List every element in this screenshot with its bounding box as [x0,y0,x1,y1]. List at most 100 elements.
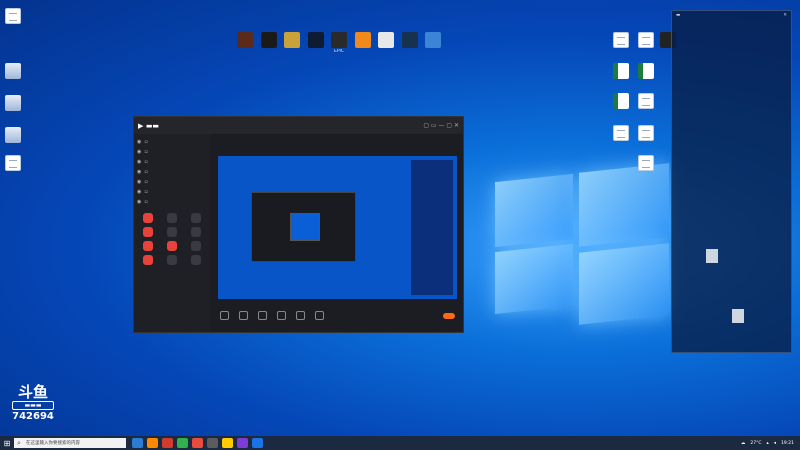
scene-row[interactable]: ◉ ▫ [137,137,207,147]
side-panel-close-icon[interactable]: ✕ [783,13,787,19]
start-live-button[interactable] [443,313,455,319]
file-icon [5,8,21,24]
tool-icon [167,213,177,223]
eye-icon[interactable]: ◉ [137,189,141,195]
eye-icon[interactable]: ◉ [137,199,141,205]
app-logo: ▶ ▬▬ [138,121,160,130]
danmaku-side-panel[interactable]: ▬ ✕ [671,10,792,353]
taskbar-app-icon[interactable] [207,438,218,448]
tool-button[interactable] [161,241,183,252]
taskbar: ⊞ 在这里输入你要搜索的内容 ☁ 27°C ▴ ◂ 19:21 [0,436,800,450]
app-titlebar[interactable]: ▶ ▬▬ ▢ ▭ — ▢ ✕ [134,117,463,134]
scene-row[interactable]: ◉ ▫ [137,187,207,197]
control-button[interactable] [277,311,286,321]
tool-icon [143,213,153,223]
desktop-icon-right[interactable] [608,125,634,142]
tool-button[interactable] [185,213,207,224]
desktop-icon-top[interactable]: EPIC [326,32,352,54]
taskbar-app-icon[interactable] [252,438,263,448]
start-windows-icon[interactable]: ⊞ [0,436,14,450]
desktop-icon-top[interactable] [232,32,258,49]
desktop-icon-right[interactable] [608,32,634,49]
tool-button[interactable] [137,227,159,238]
desktop-icon-left[interactable] [0,127,26,144]
taskbar-app-icon[interactable] [222,438,233,448]
lock-icon[interactable]: ▫ [144,139,147,145]
desktop-icon-right[interactable] [633,93,659,110]
desktop-icon-right[interactable] [608,93,634,110]
nested-window [251,192,356,262]
control-bar [212,300,463,332]
desktop-icon-right[interactable] [633,63,659,80]
desktop-icon-right[interactable] [608,63,634,80]
taskbar-app-icon[interactable] [192,438,203,448]
lock-icon[interactable]: ▫ [144,199,147,205]
tool-button[interactable] [137,255,159,266]
lock-icon[interactable]: ▫ [144,179,147,185]
weather-temp[interactable]: 27°C [750,441,761,446]
live-preview[interactable] [218,156,457,299]
weather-icon[interactable]: ☁ [741,441,746,446]
desktop-icon-left[interactable] [0,95,26,112]
desktop-icon-top[interactable] [303,32,329,49]
desktop-icon-top[interactable] [256,32,282,49]
tool-button[interactable] [161,227,183,238]
eye-icon[interactable]: ◉ [137,179,141,185]
scene-row[interactable]: ◉ ▫ [137,197,207,207]
lock-icon[interactable]: ▫ [144,149,147,155]
scene-row[interactable]: ◉ ▫ [137,147,207,157]
taskbar-app-icon[interactable] [237,438,248,448]
broadcast-app-window[interactable]: ▶ ▬▬ ▢ ▭ — ▢ ✕ ◉ ▫ ◉ ▫ ◉ ▫ ◉ ▫ ◉ ▫ ◉ ▫ ◉ ▫ [133,116,464,333]
clock[interactable]: 19:21 [781,441,794,446]
desktop-icon-top[interactable] [397,32,423,49]
desktop-icon-left[interactable] [0,8,26,25]
tool-button[interactable] [185,255,207,266]
lock-icon[interactable]: ▫ [144,189,147,195]
control-button[interactable] [315,311,324,321]
control-button[interactable] [239,311,248,321]
tool-button[interactable] [161,255,183,266]
desktop-icon-top[interactable] [279,32,305,49]
volume-icon[interactable]: ◂ [774,441,776,446]
tool-button[interactable] [137,241,159,252]
taskbar-app-icon[interactable] [147,438,158,448]
desktop-icon-top[interactable] [373,32,399,49]
desktop-icon-top[interactable] [350,32,376,49]
brand-badge: ▬▬▬ [12,401,54,410]
window-controls[interactable]: ▢ ▭ — ▢ ✕ [423,122,459,129]
desktop-icon-right[interactable] [633,125,659,142]
tool-button[interactable] [137,213,159,224]
eye-icon[interactable]: ◉ [137,169,141,175]
taskbar-search-input[interactable]: 在这里输入你要搜索的内容 [14,438,126,448]
tool-button[interactable] [185,241,207,252]
eye-icon[interactable]: ◉ [137,139,141,145]
scene-row[interactable]: ◉ ▫ [137,157,207,167]
eye-icon[interactable]: ◉ [137,159,141,165]
app-icon [284,32,300,48]
eye-icon[interactable]: ◉ [137,149,141,155]
taskbar-app-icon[interactable] [177,438,188,448]
app-icon [260,32,277,48]
taskbar-app-icon[interactable] [132,438,143,448]
scene-row[interactable]: ◉ ▫ [137,167,207,177]
app-icon [401,32,418,48]
stream-title [212,134,463,152]
scene-row[interactable]: ◉ ▫ [137,177,207,187]
network-icon[interactable]: ▴ [767,441,769,446]
tool-button[interactable] [185,227,207,238]
control-button[interactable] [220,311,229,321]
lock-icon[interactable]: ▫ [144,169,147,175]
control-button[interactable] [258,311,267,321]
file-icon [638,93,654,109]
control-icon [239,311,248,320]
app-icon [237,32,253,48]
control-button[interactable] [296,311,305,321]
desktop-icon-left[interactable] [0,155,26,172]
tool-button[interactable] [161,213,183,224]
tool-icon [167,227,177,237]
taskbar-app-icon[interactable] [162,438,173,448]
lock-icon[interactable]: ▫ [144,159,147,165]
desktop-icon-top[interactable] [420,32,446,49]
desktop-icon-right[interactable] [633,155,659,172]
desktop-icon-left[interactable] [0,63,26,80]
